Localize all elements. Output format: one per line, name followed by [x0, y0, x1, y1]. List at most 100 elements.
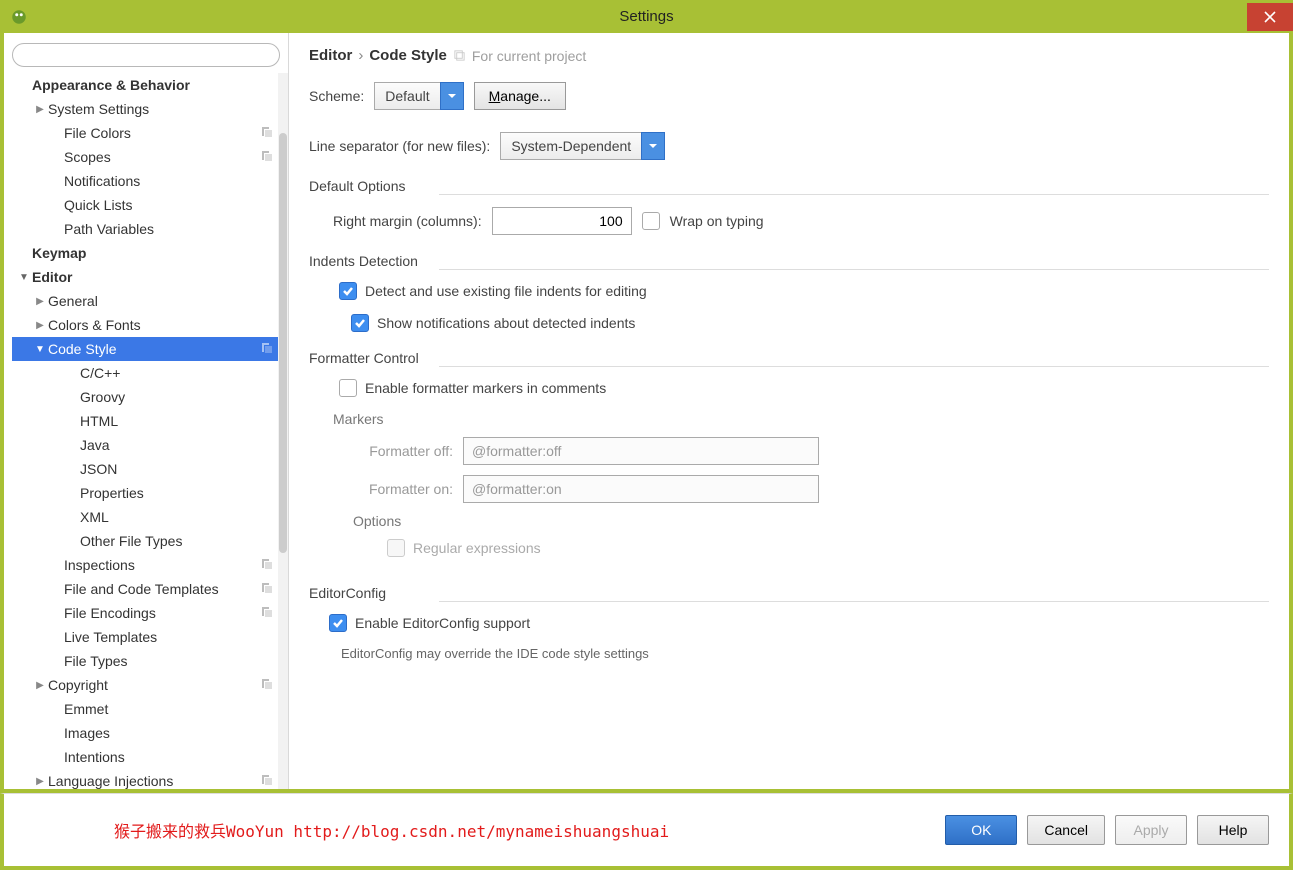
tree-item-code-style[interactable]: ▼Code Style: [12, 337, 280, 361]
detect-indents-checkbox[interactable]: [339, 282, 357, 300]
window-title: Settings: [619, 8, 673, 25]
tree-arrow-icon: ▶: [34, 776, 46, 787]
tree-item-path-variables[interactable]: Path Variables: [12, 217, 280, 241]
tree-item-label: Inspections: [64, 557, 260, 573]
tree-item-file-encodings[interactable]: File Encodings: [12, 601, 280, 625]
wrap-on-typing-checkbox[interactable]: [642, 212, 660, 230]
tree-arrow-icon: ▶: [34, 104, 46, 115]
divider: [439, 194, 1269, 195]
ok-button[interactable]: OK: [945, 815, 1017, 845]
tree-item-other-file-types[interactable]: Other File Types: [12, 529, 280, 553]
scheme-select[interactable]: Default: [374, 82, 463, 110]
tree-item-scopes[interactable]: Scopes: [12, 145, 280, 169]
linesep-select[interactable]: System-Dependent: [500, 132, 665, 160]
tree-item-properties[interactable]: Properties: [12, 481, 280, 505]
tree-item-colors-fonts[interactable]: ▶Colors & Fonts: [12, 313, 280, 337]
tree-item-label: XML: [80, 509, 274, 525]
tree-item-quick-lists[interactable]: Quick Lists: [12, 193, 280, 217]
tree-item-label: File Encodings: [64, 605, 260, 621]
titlebar: Settings: [0, 0, 1293, 33]
tree-item-label: C/C++: [80, 365, 274, 381]
enable-editorconfig-checkbox[interactable]: [329, 614, 347, 632]
chevron-down-icon: [440, 82, 464, 110]
scheme-value: Default: [374, 82, 439, 110]
tree-item-keymap[interactable]: Keymap: [12, 241, 280, 265]
tree-item-images[interactable]: Images: [12, 721, 280, 745]
tree-arrow-icon: ▼: [34, 344, 46, 355]
close-button[interactable]: [1247, 3, 1293, 31]
breadcrumb-sep: ›: [358, 47, 363, 64]
tree-item-label: Live Templates: [64, 629, 274, 645]
tree-item-appearance-behavior[interactable]: Appearance & Behavior: [12, 73, 280, 97]
tree-item-label: Properties: [80, 485, 274, 501]
enable-formatter-checkbox[interactable]: [339, 379, 357, 397]
dialog-footer: 猴子搬来的救兵WooYun http://blog.csdn.net/mynam…: [0, 793, 1293, 870]
tree-item-java[interactable]: Java: [12, 433, 280, 457]
formatter-title: Formatter Control: [309, 350, 1269, 366]
tree-arrow-icon: ▶: [34, 320, 46, 331]
settings-content: Editor › Code Style For current project …: [289, 33, 1289, 789]
tree-item-file-and-code-templates[interactable]: File and Code Templates: [12, 577, 280, 601]
tree-item-label: Images: [64, 725, 274, 741]
copy-icon: [260, 557, 274, 574]
tree-item-copyright[interactable]: ▶Copyright: [12, 673, 280, 697]
wrap-on-typing-label: Wrap on typing: [670, 213, 764, 229]
formatter-off-label: Formatter off:: [353, 443, 453, 459]
formatter-on-label: Formatter on:: [353, 481, 453, 497]
tree-item-label: Appearance & Behavior: [32, 77, 274, 93]
tree-item-html[interactable]: HTML: [12, 409, 280, 433]
tree-item-intentions[interactable]: Intentions: [12, 745, 280, 769]
linesep-value: System-Dependent: [500, 132, 641, 160]
cancel-button[interactable]: Cancel: [1027, 815, 1105, 845]
manage-button[interactable]: Manage...: [474, 82, 566, 110]
tree-item-notifications[interactable]: Notifications: [12, 169, 280, 193]
tree-item-label: System Settings: [48, 101, 274, 117]
tree-item-file-types[interactable]: File Types: [12, 649, 280, 673]
editorconfig-title: EditorConfig: [309, 585, 1269, 601]
right-margin-input[interactable]: [492, 207, 632, 235]
settings-tree[interactable]: Appearance & Behavior▶System SettingsFil…: [12, 73, 280, 789]
tree-item-groovy[interactable]: Groovy: [12, 385, 280, 409]
apply-button: Apply: [1115, 815, 1187, 845]
tree-item-system-settings[interactable]: ▶System Settings: [12, 97, 280, 121]
app-icon: [10, 8, 28, 26]
tree-item-inspections[interactable]: Inspections: [12, 553, 280, 577]
search-input[interactable]: [12, 43, 280, 67]
divider: [439, 269, 1269, 270]
tree-item-label: File Types: [64, 653, 274, 669]
tree-item-label: Copyright: [48, 677, 260, 693]
tree-item-live-templates[interactable]: Live Templates: [12, 625, 280, 649]
copy-icon: [260, 149, 274, 166]
tree-item-editor[interactable]: ▼Editor: [12, 265, 280, 289]
tree-item-label: Intentions: [64, 749, 274, 765]
indents-title: Indents Detection: [309, 253, 1269, 269]
settings-sidebar: Appearance & Behavior▶System SettingsFil…: [4, 33, 289, 789]
tree-item-label: File Colors: [64, 125, 260, 141]
help-button[interactable]: Help: [1197, 815, 1269, 845]
notify-indents-checkbox[interactable]: [351, 314, 369, 332]
breadcrumb-leaf: Code Style: [369, 47, 447, 64]
tree-item-emmet[interactable]: Emmet: [12, 697, 280, 721]
enable-editorconfig-label: Enable EditorConfig support: [355, 615, 530, 631]
tree-item-json[interactable]: JSON: [12, 457, 280, 481]
tree-item-general[interactable]: ▶General: [12, 289, 280, 313]
tree-item-language-injections[interactable]: ▶Language Injections: [12, 769, 280, 789]
options-title: Options: [353, 513, 1269, 529]
tree-item-label: Code Style: [48, 341, 260, 357]
watermark-text: 猴子搬来的救兵WooYun http://blog.csdn.net/mynam…: [114, 818, 669, 842]
tree-item-label: HTML: [80, 413, 274, 429]
copy-icon: [453, 49, 466, 62]
notify-indents-label: Show notifications about detected indent…: [377, 315, 635, 331]
tree-item-file-colors[interactable]: File Colors: [12, 121, 280, 145]
formatter-off-input: [463, 437, 819, 465]
tree-item-c-c-[interactable]: C/C++: [12, 361, 280, 385]
sidebar-scrollbar[interactable]: [278, 73, 288, 789]
tree-item-xml[interactable]: XML: [12, 505, 280, 529]
default-options-title: Default Options: [309, 178, 1269, 194]
tree-item-label: Notifications: [64, 173, 274, 189]
breadcrumb: Editor › Code Style For current project: [309, 47, 1269, 64]
tree-item-label: Language Injections: [48, 773, 260, 789]
chevron-down-icon: [641, 132, 665, 160]
copy-icon: [260, 677, 274, 694]
divider: [439, 366, 1269, 367]
